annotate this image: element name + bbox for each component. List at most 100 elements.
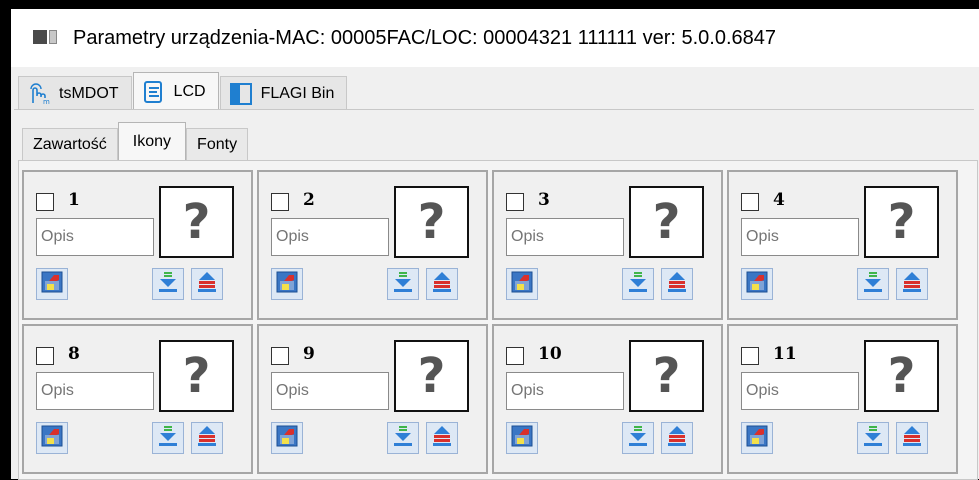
- download-arrow-icon: [391, 424, 415, 453]
- download-icon-button[interactable]: [857, 422, 889, 454]
- icon-enable-checkbox[interactable]: [506, 193, 524, 211]
- icon-cell: 4 ?: [727, 170, 958, 320]
- app-window-icon: [33, 28, 63, 48]
- edit-icon-button[interactable]: [506, 268, 538, 300]
- edit-image-icon: [40, 424, 64, 453]
- upload-arrow-icon: [900, 424, 924, 453]
- edit-icon-button[interactable]: [506, 422, 538, 454]
- edit-icon-button[interactable]: [271, 422, 303, 454]
- upload-icon-button[interactable]: [191, 268, 223, 300]
- download-icon-button[interactable]: [622, 268, 654, 300]
- icon-number: 8: [68, 344, 80, 364]
- icon-cell: 2 ?: [257, 170, 488, 320]
- icon-preview[interactable]: ?: [864, 340, 939, 412]
- download-icon-button[interactable]: [152, 268, 184, 300]
- tab-flagi-bin[interactable]: FLAGI Bin: [219, 76, 348, 110]
- upload-arrow-icon: [430, 424, 454, 453]
- download-arrow-icon: [391, 270, 415, 299]
- icon-cell: 3 ?: [492, 170, 723, 320]
- edit-image-icon: [275, 270, 299, 299]
- icon-preview[interactable]: ?: [394, 340, 469, 412]
- icon-cell: 10 ?: [492, 324, 723, 474]
- icon-enable-checkbox[interactable]: [36, 347, 54, 365]
- upload-arrow-icon: [195, 424, 219, 453]
- svg-text:m: m: [43, 98, 50, 105]
- icon-enable-checkbox[interactable]: [36, 193, 54, 211]
- download-arrow-icon: [156, 270, 180, 299]
- tab-flagi-bin-label: FLAGI Bin: [260, 84, 335, 102]
- upload-icon-button[interactable]: [426, 268, 458, 300]
- download-icon-button[interactable]: [387, 268, 419, 300]
- tab-zawartosc[interactable]: Zawartość: [22, 128, 118, 160]
- icon-enable-checkbox[interactable]: [271, 193, 289, 211]
- upload-arrow-icon: [665, 424, 689, 453]
- icon-description-input[interactable]: [271, 372, 389, 410]
- download-arrow-icon: [156, 424, 180, 453]
- upload-icon-button[interactable]: [896, 268, 928, 300]
- question-mark-icon: ?: [652, 194, 681, 250]
- edit-image-icon: [40, 270, 64, 299]
- icon-description-input[interactable]: [271, 218, 389, 256]
- edit-icon-button[interactable]: [741, 268, 773, 300]
- question-mark-icon: ?: [652, 348, 681, 404]
- question-mark-icon: ?: [887, 194, 916, 250]
- icon-number: 9: [303, 344, 315, 364]
- sub-tab-bar: Zawartość Ikony Fonty: [22, 122, 249, 160]
- upload-arrow-icon: [430, 270, 454, 299]
- icon-description-input[interactable]: [36, 372, 154, 410]
- question-mark-icon: ?: [417, 348, 446, 404]
- icon-enable-checkbox[interactable]: [271, 347, 289, 365]
- tab-lcd[interactable]: LCD: [132, 72, 219, 110]
- icon-number: 3: [538, 190, 550, 210]
- icon-enable-checkbox[interactable]: [506, 347, 524, 365]
- upload-icon-button[interactable]: [896, 422, 928, 454]
- icon-preview[interactable]: ?: [159, 186, 234, 258]
- edit-image-icon: [745, 270, 769, 299]
- edit-image-icon: [510, 270, 534, 299]
- icon-number: 2: [303, 190, 315, 210]
- download-icon-button[interactable]: [152, 422, 184, 454]
- touch-pointer-icon: m: [27, 82, 51, 106]
- icon-number: 4: [773, 190, 785, 210]
- icon-description-input[interactable]: [506, 372, 624, 410]
- icon-number: 1: [68, 190, 80, 210]
- icon-enable-checkbox[interactable]: [741, 193, 759, 211]
- title-bar: Parametry urządzenia-MAC: 00005FAC/LOC: …: [11, 9, 979, 67]
- list-icon: [142, 80, 166, 104]
- icon-description-input[interactable]: [741, 372, 859, 410]
- download-icon-button[interactable]: [622, 422, 654, 454]
- edit-icon-button[interactable]: [741, 422, 773, 454]
- question-mark-icon: ?: [182, 194, 211, 250]
- upload-icon-button[interactable]: [191, 422, 223, 454]
- icon-cell: 9 ?: [257, 324, 488, 474]
- tab-panel-border: [14, 109, 974, 110]
- edit-icon-button[interactable]: [271, 268, 303, 300]
- upload-icon-button[interactable]: [426, 422, 458, 454]
- icon-preview[interactable]: ?: [394, 186, 469, 258]
- tab-fonty[interactable]: Fonty: [186, 128, 249, 160]
- icon-enable-checkbox[interactable]: [741, 347, 759, 365]
- icon-description-input[interactable]: [506, 218, 624, 256]
- tab-tsmdot[interactable]: m tsMDOT: [18, 76, 132, 110]
- upload-icon-button[interactable]: [661, 422, 693, 454]
- icon-preview[interactable]: ?: [629, 186, 704, 258]
- icon-preview[interactable]: ?: [159, 340, 234, 412]
- download-arrow-icon: [626, 424, 650, 453]
- download-icon-button[interactable]: [387, 422, 419, 454]
- download-icon-button[interactable]: [857, 268, 889, 300]
- tab-lcd-label: LCD: [173, 82, 206, 100]
- tab-ikony[interactable]: Ikony: [117, 122, 187, 160]
- icon-preview[interactable]: ?: [864, 186, 939, 258]
- download-arrow-icon: [861, 424, 885, 453]
- upload-icon-button[interactable]: [661, 268, 693, 300]
- question-mark-icon: ?: [182, 348, 211, 404]
- download-arrow-icon: [861, 270, 885, 299]
- upload-arrow-icon: [900, 270, 924, 299]
- edit-image-icon: [745, 424, 769, 453]
- icon-preview[interactable]: ?: [629, 340, 704, 412]
- edit-icon-button[interactable]: [36, 268, 68, 300]
- icon-description-input[interactable]: [741, 218, 859, 256]
- icon-description-input[interactable]: [36, 218, 154, 256]
- panel-icon: [229, 82, 253, 106]
- edit-icon-button[interactable]: [36, 422, 68, 454]
